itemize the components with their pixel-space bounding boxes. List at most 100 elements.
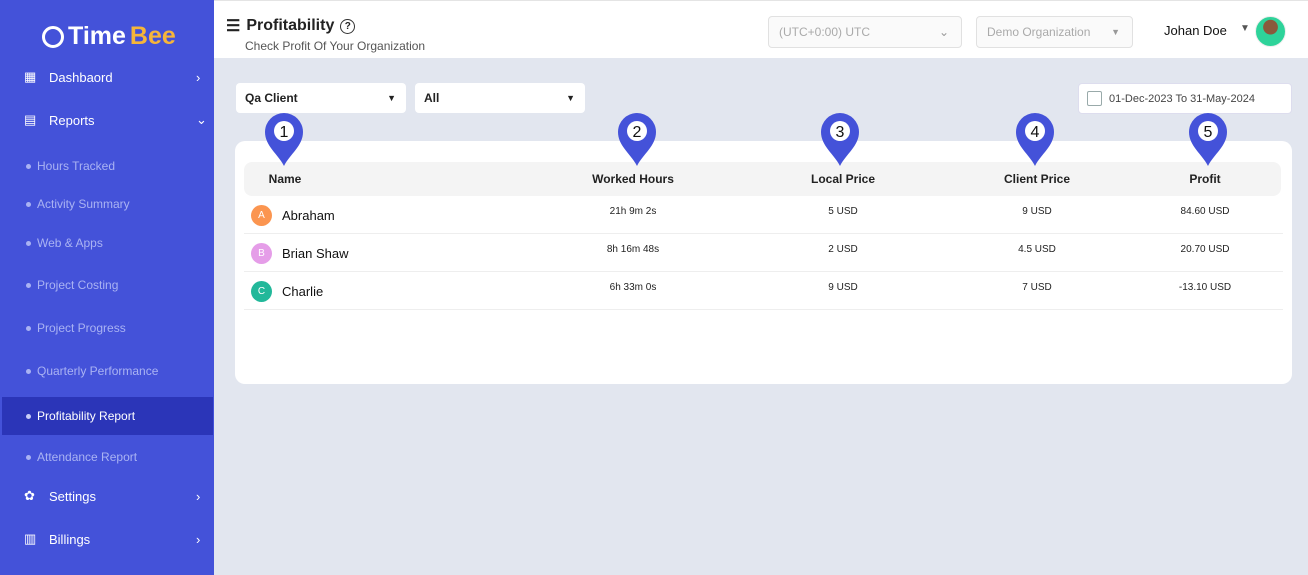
location-marker-icon: 5 [1188,112,1228,166]
cell-hours: 21h 9m 2s [609,206,657,217]
marker-number: 5 [1204,124,1213,141]
menu-icon[interactable]: ☰ [226,16,240,36]
location-marker-icon: 2 [617,112,657,166]
sidebar-sub-activity-summary[interactable]: Activity Summary [2,185,213,223]
location-marker-icon: 1 [264,112,304,166]
table-row: C Charlie 6h 33m 0s 9 USD 7 USD -13.10 USD [244,272,1283,310]
column-header-name[interactable]: Name [269,172,302,186]
sidebar-sub-label: Quarterly Performance [37,364,159,378]
profitability-table: Name Worked Hours Local Price Client Pri… [235,141,1292,384]
sidebar-item-label: Dashbaord [49,69,113,85]
cell-profit: 20.70 USD [1180,244,1230,255]
bullet-icon [26,240,31,246]
avatar: B [251,243,272,264]
project-select[interactable]: All ▼ [415,83,585,113]
date-range-picker[interactable]: 01-Dec-2023 To 31-May-2024 [1078,83,1292,114]
billing-icon: ▥ [24,531,37,546]
bullet-icon [26,282,31,288]
bullet-icon [26,368,31,374]
cell-hours: 6h 33m 0s [609,282,657,293]
sidebar-sub-attendance-report[interactable]: Attendance Report [2,438,213,476]
page-title: Profitability [246,17,335,34]
table-row: B Brian Shaw 8h 16m 48s 2 USD 4.5 USD 20.70 U… [244,234,1283,272]
cell-client: 4.5 USD [1018,244,1056,255]
marker-number: 4 [1031,124,1040,141]
sidebar-sub-label: Web & Apps [37,236,103,250]
timezone-value: (UTC+0:00) UTC [779,25,871,39]
sidebar-item-label: Billings [49,531,91,547]
column-header-local-price[interactable]: Local Price [811,172,875,186]
cell-local: 2 USD [828,244,858,255]
sidebar-sub-label: Attendance Report [37,450,138,464]
sidebar: Time Bee ▦ Dashbaord › ▤ Reports ⌄ Hours Trac… [0,0,214,575]
bullet-icon [26,413,31,419]
avatar[interactable] [1255,16,1286,47]
organization-select[interactable]: Demo Organization ▼ [976,16,1133,48]
cell-local: 9 USD [828,282,858,293]
sidebar-sub-web-apps[interactable]: Web & Apps [2,224,213,262]
cell-client: 9 USD [1022,206,1052,217]
cell-hours: 8h 16m 48s [606,244,660,255]
user-name[interactable]: Johan Doe [1164,23,1227,38]
sidebar-sub-quarterly-performance[interactable]: Quarterly Performance [2,352,213,390]
sidebar-sub-project-progress[interactable]: Project Progress [2,309,213,347]
report-icon: ▤ [24,112,37,127]
logo-text-bee: Bee [129,22,176,50]
timebee-logo[interactable]: Time Bee [42,22,176,51]
column-header-client-price[interactable]: Client Price [1004,172,1070,186]
chevron-down-icon: ⌄ [938,25,949,39]
column-header-profit[interactable]: Profit [1189,172,1220,186]
caret-down-icon: ▼ [566,93,575,103]
dashboard-icon: ▦ [24,69,37,84]
logo-text: Time [68,22,126,50]
table-row: A Abraham 21h 9m 2s 5 USD 9 USD 84.60 USD [244,196,1283,234]
sidebar-sub-label: Activity Summary [37,197,130,211]
help-icon[interactable]: ? [340,18,356,34]
calendar-icon [1087,91,1102,106]
marker-number: 3 [836,124,845,141]
page-title-wrap: ☰ Profitability? [226,16,356,36]
marker-number: 2 [633,124,642,141]
table-header: Name Worked Hours Local Price Client Pri… [244,162,1281,196]
sidebar-sub-label: Hours Tracked [37,159,116,173]
avatar: A [251,205,272,226]
column-header-worked-hours[interactable]: Worked Hours [592,172,674,186]
cell-client: 7 USD [1022,282,1052,293]
bullet-icon [26,325,31,331]
project-value: All [424,91,440,105]
employee-name: Charlie [282,284,324,299]
gear-icon: ✿ [24,488,35,503]
employee-name: Abraham [282,208,335,223]
sidebar-sub-project-costing[interactable]: Project Costing [2,266,213,304]
timezone-select[interactable]: (UTC+0:00) UTC ⌄ [768,16,962,48]
avatar: C [251,281,272,302]
caret-down-icon: ▼ [387,93,396,103]
sidebar-sub-label: Profitability Report [37,409,136,423]
caret-down-icon[interactable]: ▼ [1240,23,1250,34]
top-bar: ☰ Profitability? Check Profit Of Your Org… [214,0,1308,58]
sidebar-sub-hours-tracked[interactable]: Hours Tracked [2,147,213,185]
chevron-right-icon: › [196,531,201,547]
bullet-icon [26,201,31,207]
sidebar-sub-profitability-report[interactable]: Profitability Report [2,397,213,435]
caret-down-icon: ▼ [1111,27,1120,37]
chevron-right-icon: › [196,69,201,85]
cell-profit: -13.10 USD [1178,282,1232,293]
sidebar-sub-label: Project Costing [37,278,119,292]
location-marker-icon: 4 [1015,112,1055,166]
cell-local: 5 USD [828,206,858,217]
bullet-icon [26,163,31,169]
sidebar-item-label: Settings [49,488,96,504]
sidebar-item-label: Reports [49,112,95,128]
client-value: Qa Client [245,91,298,105]
organization-value: Demo Organization [987,25,1091,39]
sidebar-sub-label: Project Progress [37,321,126,335]
clock-icon [42,25,64,48]
date-range-value: 01-Dec-2023 To 31-May-2024 [1109,92,1255,105]
marker-number: 1 [280,124,289,141]
chevron-down-icon: ⌄ [196,112,207,127]
cell-profit: 84.60 USD [1180,206,1230,217]
client-select[interactable]: Qa Client ▼ [236,83,406,113]
bullet-icon [26,454,31,460]
location-marker-icon: 3 [820,112,860,166]
